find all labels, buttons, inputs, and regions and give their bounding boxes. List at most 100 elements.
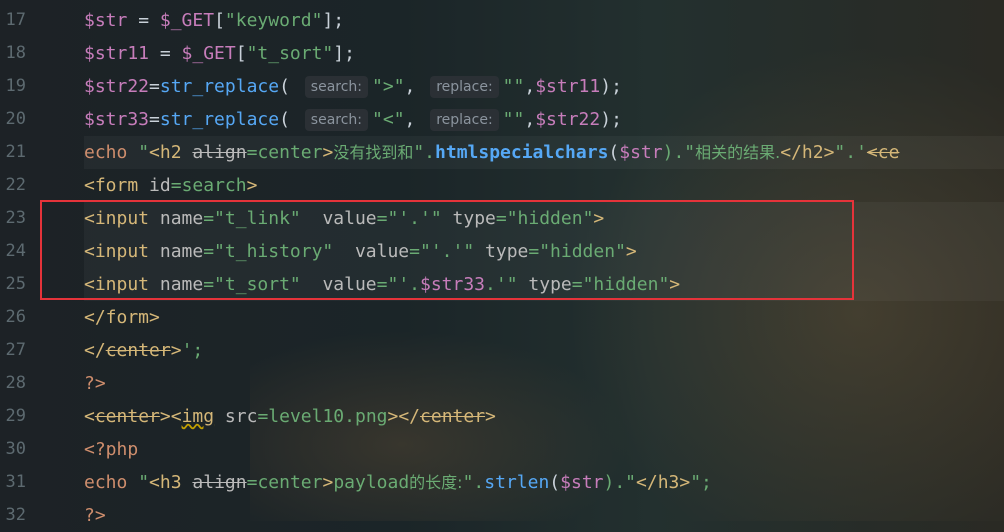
- token-tag: <: [84, 406, 95, 427]
- token-function: str_replace: [159, 109, 280, 130]
- line-number: 20: [5, 109, 26, 129]
- token-tag: </h2>: [780, 142, 835, 163]
- token-string: ";: [690, 472, 712, 493]
- code-line-26[interactable]: </form>: [84, 301, 160, 334]
- token-superglobal: $_GET: [159, 10, 215, 31]
- code-line-21[interactable]: echo "<h2 align=center>没有找到和".htmlspecia…: [84, 136, 1004, 169]
- token-tag-deprecated: center: [420, 406, 486, 427]
- token-function: htmlspecialchars: [435, 142, 609, 163]
- token-string: level10.png: [268, 406, 388, 427]
- token-tag: ><: [159, 406, 182, 427]
- token-string-cn: 相关的结果.: [695, 143, 781, 162]
- token-string: "": [502, 109, 525, 130]
- line-number: 30: [5, 439, 26, 459]
- token-string: =: [246, 142, 258, 163]
- token-paren: (: [549, 472, 561, 493]
- token-comma: ,: [404, 109, 427, 130]
- token-function: strlen: [484, 472, 550, 493]
- line-number: 26: [5, 307, 26, 327]
- token-operator: =: [149, 43, 182, 64]
- line-number: 22: [5, 175, 26, 195]
- token-string: center: [257, 142, 323, 163]
- token-variable: $str: [560, 472, 604, 493]
- code-line-22[interactable]: <form id=search>: [84, 169, 257, 202]
- code-line-32[interactable]: ?>: [84, 499, 106, 532]
- token-paren: (: [608, 142, 620, 163]
- token-tag: <h3: [149, 472, 193, 493]
- token-tag: >: [322, 472, 334, 493]
- code-line-27[interactable]: </center>';: [84, 334, 203, 367]
- token-tag: >: [246, 175, 258, 196]
- highlight-annotation-box: [40, 200, 854, 300]
- code-line-20[interactable]: $str33=str_replace( search: "<", replace:…: [84, 103, 622, 136]
- token-variable: $str33: [84, 109, 150, 130]
- param-hint-replace: replace:: [430, 76, 499, 98]
- code-line-17[interactable]: $str = $_GET["keyword"];: [84, 4, 344, 37]
- token-paren: );: [600, 109, 622, 130]
- param-hint-replace: replace:: [430, 109, 499, 131]
- token-string: "<": [372, 109, 405, 130]
- token-attribute: src: [214, 406, 258, 427]
- token-keyword: echo: [84, 472, 128, 493]
- line-number: 19: [5, 76, 26, 96]
- line-number: 21: [5, 142, 26, 162]
- token-operator: =: [127, 10, 160, 31]
- token-string: ": [127, 142, 150, 163]
- line-number: 29: [5, 406, 26, 426]
- token-superglobal: $_GET: [181, 43, 236, 64]
- token-php-close: ?>: [84, 373, 106, 394]
- token-string: "": [502, 76, 525, 97]
- token-string: center: [257, 472, 323, 493]
- token-tag: </form>: [84, 307, 160, 328]
- token-php-close: ?>: [84, 505, 106, 526]
- code-line-19[interactable]: $str22=str_replace( search: ">", replace:…: [84, 70, 622, 103]
- line-number: 23: [5, 208, 26, 228]
- token-bracket: ];: [333, 43, 355, 64]
- code-line-18[interactable]: $str11 = $_GET["t_sort"];: [84, 37, 355, 70]
- token-string: ).": [603, 472, 637, 493]
- line-number: 27: [5, 340, 26, 360]
- token-paren: );: [600, 76, 622, 97]
- code-line-30[interactable]: <?php: [84, 433, 138, 466]
- token-variable: $str11: [535, 76, 601, 97]
- token-tag: >: [170, 340, 182, 361]
- token-bracket: [: [214, 10, 225, 31]
- token-function: str_replace: [159, 76, 280, 97]
- token-string: ">": [372, 76, 405, 97]
- token-attribute-deprecated: align: [192, 472, 247, 493]
- code-line-29[interactable]: <center><img src=level10.png></center>: [84, 400, 496, 433]
- line-number: 28: [5, 373, 26, 393]
- token-string: ": [127, 472, 150, 493]
- token-tag-deprecated: <ce: [866, 142, 900, 163]
- code-line-28[interactable]: ?>: [84, 367, 106, 400]
- token-paren: (: [279, 76, 301, 97]
- token-variable: $str22: [84, 76, 150, 97]
- token-comma: ,: [524, 109, 536, 130]
- token-operator: =: [149, 76, 160, 97]
- token-tag: >: [322, 142, 334, 163]
- token-attribute-deprecated: align: [192, 142, 247, 163]
- token-string: payload: [333, 472, 410, 493]
- param-hint-search: search:: [304, 76, 369, 98]
- token-string: ".': [834, 142, 867, 163]
- token-string: =: [170, 175, 182, 196]
- code-line-31[interactable]: echo "<h3 align=center>payload的长度:".strl…: [84, 466, 712, 499]
- token-comma: ,: [404, 76, 427, 97]
- line-number: 25: [5, 274, 26, 294]
- token-tag: ></: [387, 406, 421, 427]
- token-tag: <h2: [149, 142, 193, 163]
- param-hint-search: search:: [304, 109, 369, 131]
- line-number: 32: [5, 505, 26, 525]
- token-tag-deprecated: center: [105, 340, 171, 361]
- token-bracket: [: [235, 43, 247, 64]
- token-variable: $str22: [535, 109, 601, 130]
- token-paren: (: [279, 109, 301, 130]
- token-php-open: <?php: [84, 439, 139, 460]
- token-string: ".: [413, 142, 436, 163]
- token-string: "t_sort": [246, 43, 334, 64]
- line-number: 18: [5, 43, 26, 63]
- token-string: =: [257, 406, 269, 427]
- line-number: 24: [5, 241, 26, 261]
- token-bracket: ];: [322, 10, 345, 31]
- token-string: ".: [462, 472, 485, 493]
